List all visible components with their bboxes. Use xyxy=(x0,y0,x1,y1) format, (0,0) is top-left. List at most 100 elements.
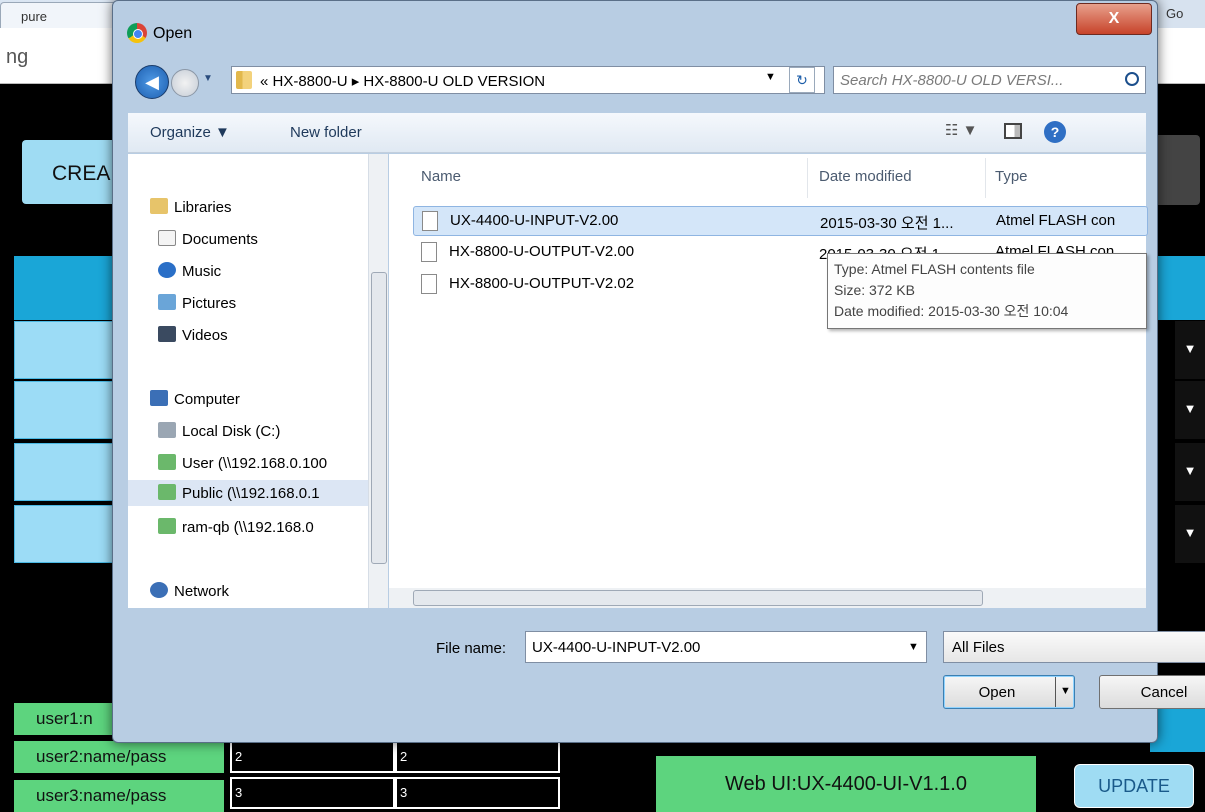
file-type: Atmel FLASH con xyxy=(996,212,1116,229)
update-button[interactable]: UPDATE xyxy=(1074,764,1194,808)
file-name-label: File name: xyxy=(436,640,507,657)
nav-item-label: Videos xyxy=(182,327,228,344)
nav-item-computer[interactable]: Computer xyxy=(150,386,390,412)
close-button[interactable]: X xyxy=(1076,3,1152,35)
file-name: UX-4400-U-INPUT-V2.00 xyxy=(450,212,619,229)
tooltip-date: Date modified: 2015-03-30 오전 10:04 xyxy=(834,303,1069,319)
nav-item-ram-qb-share[interactable]: ram-qb (\\192.168.0 xyxy=(158,514,368,540)
web-ui-version: Web UI:UX-4400-UI-V1.1.0 xyxy=(656,756,1036,812)
refresh-icon: ↻ xyxy=(796,72,808,88)
close-icon: X xyxy=(1108,10,1120,27)
user-cell[interactable]: 3 xyxy=(395,777,560,809)
nav-item-public-share[interactable]: Public (\\192.168.0.1 xyxy=(128,480,368,506)
nav-scrollbar-thumb[interactable] xyxy=(371,272,387,564)
column-header-date[interactable]: Date modified xyxy=(819,168,912,185)
tooltip-type: Type: Atmel FLASH contents file xyxy=(834,261,1035,277)
nav-scrollbar[interactable] xyxy=(368,154,388,608)
file-icon xyxy=(421,274,437,294)
file-tooltip: Type: Atmel FLASH contents file Size: 37… xyxy=(827,253,1147,329)
nav-item-label: Network xyxy=(174,583,230,600)
column-header-name[interactable]: Name xyxy=(421,168,461,185)
chrome-icon xyxy=(127,23,147,43)
nav-item-label: ram-qb (\\192.168.0 xyxy=(182,519,314,536)
network-drive-icon xyxy=(158,518,176,534)
user-cell[interactable]: 3 xyxy=(230,777,395,809)
back-button[interactable]: ◀ xyxy=(135,65,169,99)
forward-button[interactable] xyxy=(171,69,199,97)
back-arrow-icon: ◀ xyxy=(145,72,159,92)
user-cell[interactable]: 2 xyxy=(230,741,395,773)
file-type-select[interactable]: All Files xyxy=(943,631,1205,663)
cancel-button[interactable]: Cancel xyxy=(1099,675,1205,709)
views-menu-icon[interactable]: ☷ ▼ xyxy=(945,121,977,139)
browser-tab[interactable]: pure xyxy=(0,2,118,28)
setting-dropdown-arrow-icon[interactable]: ▼ xyxy=(1175,321,1205,379)
toolbar: Organize ▼ New folder ☷ ▼ ? xyxy=(128,113,1146,153)
file-icon xyxy=(422,211,438,231)
user-label: user2:name/pass xyxy=(14,741,224,773)
nav-item-local-disk[interactable]: Local Disk (C:) xyxy=(158,418,398,444)
nav-item-videos[interactable]: Videos xyxy=(158,322,398,348)
browser-tab-right[interactable]: Go xyxy=(1158,0,1205,28)
user-label: user3:name/pass xyxy=(14,780,224,812)
file-list-hscrollbar[interactable] xyxy=(389,588,1146,608)
browser-tab-right-title: Go xyxy=(1166,6,1184,21)
column-separator[interactable] xyxy=(985,158,986,198)
file-name-input[interactable]: UX-4400-U-INPUT-V2.00 xyxy=(525,631,927,663)
network-drive-icon xyxy=(158,484,176,500)
nav-item-network[interactable]: Network xyxy=(150,578,390,604)
help-icon[interactable]: ? xyxy=(1044,121,1066,143)
setting-dropdown-arrow-icon[interactable]: ▼ xyxy=(1175,443,1205,501)
nav-item-label: Documents xyxy=(182,231,258,248)
nav-item-label: Pictures xyxy=(182,295,237,312)
nav-item-label: Libraries xyxy=(174,199,232,216)
browser-tab-title: pure xyxy=(21,9,48,24)
dialog-title: Open xyxy=(153,25,193,42)
setting-dropdown-arrow-icon[interactable]: ▼ xyxy=(1175,381,1205,439)
history-dropdown-icon[interactable]: ▼ xyxy=(203,73,219,89)
nav-item-documents[interactable]: Documents xyxy=(158,226,398,252)
nav-item-libraries[interactable]: Libraries xyxy=(150,194,390,220)
pictures-icon xyxy=(158,294,176,310)
nav-item-label: Local Disk (C:) xyxy=(182,423,281,440)
nav-item-label: Computer xyxy=(174,391,240,408)
file-name: HX-8800-U-OUTPUT-V2.02 xyxy=(449,275,635,292)
user-cell[interactable]: 2 xyxy=(395,741,560,773)
setting-dropdown-arrow-icon[interactable]: ▼ xyxy=(1175,505,1205,563)
nav-item-user-share[interactable]: User (\\192.168.0.100 xyxy=(158,450,368,476)
preview-pane-icon[interactable] xyxy=(1004,123,1022,139)
column-separator[interactable] xyxy=(807,158,808,198)
search-placeholder: Search HX-8800-U OLD VERSI... xyxy=(840,72,1064,89)
organize-menu[interactable]: Organize ▼ xyxy=(150,124,230,141)
documents-icon xyxy=(158,230,176,246)
file-name-dropdown-icon[interactable]: ▼ xyxy=(908,641,919,653)
browser-address-text: ng xyxy=(6,46,29,68)
address-dropdown-icon[interactable]: ▼ xyxy=(765,71,776,83)
address-breadcrumb[interactable]: « HX-8800-U ▸ HX-8800-U OLD VERSION xyxy=(231,66,825,94)
refresh-button[interactable]: ↻ xyxy=(789,67,815,93)
column-header-type[interactable]: Type xyxy=(995,168,1028,185)
libraries-icon xyxy=(150,198,168,214)
nav-item-label: Public (\\192.168.0.1 xyxy=(182,485,320,502)
hscrollbar-thumb[interactable] xyxy=(413,590,983,606)
folder-icon xyxy=(236,71,252,89)
network-icon xyxy=(150,582,168,598)
search-input[interactable]: Search HX-8800-U OLD VERSI... xyxy=(833,66,1146,94)
file-row[interactable]: UX-4400-U-INPUT-V2.00 2015-03-30 오전 1...… xyxy=(413,206,1148,236)
new-folder-button[interactable]: New folder xyxy=(290,124,362,141)
music-icon xyxy=(158,262,176,278)
open-split-dropdown-icon[interactable]: ▼ xyxy=(1060,685,1071,697)
videos-icon xyxy=(158,326,176,342)
search-icon[interactable] xyxy=(1125,72,1139,86)
open-button-label: Open xyxy=(978,684,1016,701)
nav-item-music[interactable]: Music xyxy=(158,258,398,284)
nav-item-label: User (\\192.168.0.100 xyxy=(182,455,328,472)
disk-icon xyxy=(158,422,176,438)
navigation-pane: Libraries Documents Music Pictures Video… xyxy=(128,154,388,608)
file-name: HX-8800-U-OUTPUT-V2.00 xyxy=(449,243,635,260)
open-split-divider xyxy=(1055,677,1056,707)
tooltip-size: Size: 372 KB xyxy=(834,282,915,298)
file-date: 2015-03-30 오전 1... xyxy=(820,215,954,232)
file-icon xyxy=(421,242,437,262)
nav-item-pictures[interactable]: Pictures xyxy=(158,290,398,316)
